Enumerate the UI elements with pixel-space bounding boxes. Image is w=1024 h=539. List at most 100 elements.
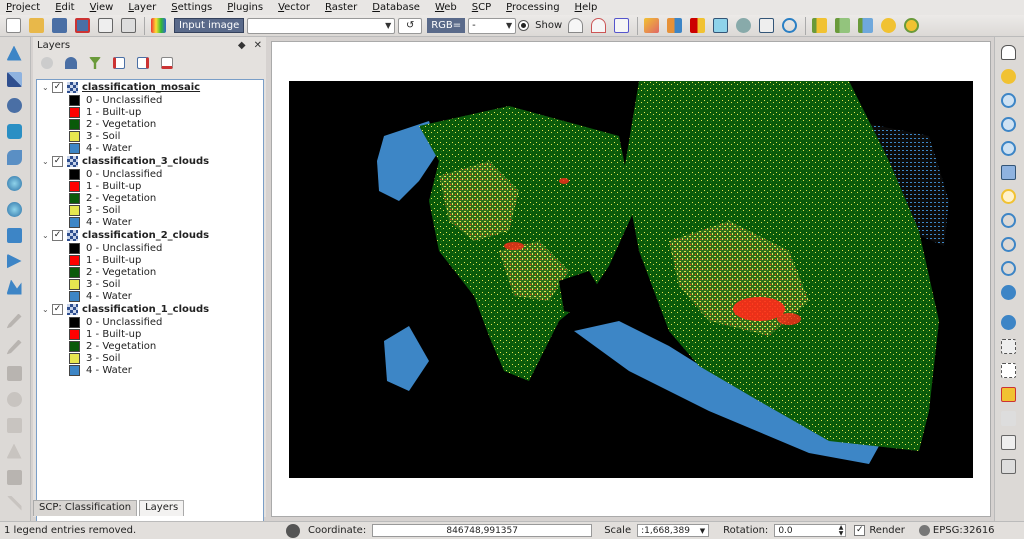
zoom-native-button[interactable] [998, 138, 1020, 159]
node-tool-button[interactable] [2, 440, 26, 462]
scatter-plot-button[interactable] [855, 16, 876, 36]
zoom-in-button[interactable] [998, 90, 1020, 111]
stretch-std-button[interactable] [588, 16, 609, 36]
menu-vector[interactable]: Vector [278, 2, 310, 13]
stretch-local-button[interactable] [565, 16, 586, 36]
cut-features-button[interactable] [2, 492, 26, 514]
menu-layer[interactable]: Layer [128, 2, 156, 13]
collapse-arrow-icon[interactable]: ⌄ [42, 157, 52, 166]
roi-polygon-button[interactable] [687, 16, 708, 36]
menu-scp[interactable]: SCP [472, 2, 491, 13]
remove-layer-button[interactable] [159, 55, 175, 71]
rgb-select[interactable]: - ▼ [468, 17, 517, 34]
zoom-input-button[interactable] [641, 16, 662, 36]
layer-group[interactable]: ⌄ ✓ classification_2_clouds [37, 228, 263, 242]
layer-visibility-checkbox[interactable]: ✓ [52, 229, 63, 241]
add-mssql-button[interactable] [2, 146, 26, 168]
add-spatialite-button[interactable] [2, 120, 26, 142]
add-wfs-button[interactable] [2, 224, 26, 246]
zoom-selection-button[interactable] [998, 186, 1020, 207]
spectral-plot-button[interactable] [809, 16, 830, 36]
menu-web[interactable]: Web [435, 2, 457, 13]
statistics-button[interactable] [998, 456, 1020, 477]
delete-selected-button[interactable] [2, 466, 26, 488]
layer-styling-button[interactable] [39, 55, 55, 71]
menu-processing[interactable]: Processing [506, 2, 559, 13]
add-group-button[interactable] [63, 55, 79, 71]
edit-pencil-button[interactable] [2, 310, 26, 332]
menu-project[interactable]: Project [6, 2, 40, 13]
render-checkbox[interactable]: ✓ [854, 525, 866, 536]
attribute-table-button[interactable] [998, 432, 1020, 453]
select-features-button[interactable] [998, 336, 1020, 357]
new-shapefile-button[interactable] [2, 276, 26, 298]
move-feature-button[interactable] [2, 414, 26, 436]
settings-tool-button[interactable] [733, 16, 754, 36]
scp-dock-button[interactable] [148, 16, 169, 36]
coordinate-field[interactable]: 846748,991357 [372, 524, 593, 537]
reload-button[interactable] [779, 16, 800, 36]
menu-edit[interactable]: Edit [55, 2, 74, 13]
float-panel-icon[interactable]: ◆ [238, 40, 246, 51]
input-image-select[interactable]: ▼ [247, 17, 396, 34]
collapse-all-button[interactable] [135, 55, 151, 71]
deselect-button[interactable] [998, 384, 1020, 405]
show-rgb-radio[interactable] [516, 16, 530, 36]
layer-group[interactable]: ⌄ ✓ classification_mosaic [37, 80, 263, 94]
layer-group[interactable]: ⌄ ✓ classification_1_clouds [37, 302, 263, 316]
open-project-button[interactable] [26, 16, 47, 36]
identify-button[interactable] [998, 312, 1020, 333]
layer-visibility-checkbox[interactable]: ✓ [52, 81, 63, 93]
filter-legend-button[interactable] [87, 55, 103, 71]
add-wms-button[interactable] [2, 172, 26, 194]
add-postgis-button[interactable] [2, 94, 26, 116]
add-wcs-button[interactable] [2, 198, 26, 220]
layer-visibility-checkbox[interactable]: ✓ [52, 303, 63, 315]
menu-view[interactable]: View [90, 2, 114, 13]
collapse-arrow-icon[interactable]: ⌄ [42, 231, 52, 240]
zoom-last-button[interactable] [998, 234, 1020, 255]
tab-scp-classification[interactable]: SCP: Classification [33, 500, 138, 516]
collapse-arrow-icon[interactable]: ⌄ [42, 83, 52, 92]
add-point-button[interactable] [878, 16, 899, 36]
add-delimited-text-button[interactable] [2, 250, 26, 272]
add-vector-button[interactable] [2, 42, 26, 64]
zoom-full-button[interactable] [998, 162, 1020, 183]
zoom-next-button[interactable] [998, 258, 1020, 279]
save-project-button[interactable] [49, 16, 70, 36]
save-edits-button[interactable] [2, 362, 26, 384]
zoom-layer-button[interactable] [998, 210, 1020, 231]
spectral-signature-button[interactable] [832, 16, 853, 36]
rotation-spinbox[interactable]: 0.0 ▲ ▼ [774, 524, 847, 537]
crs-label[interactable]: EPSG:32616 [933, 525, 995, 536]
refresh-button[interactable]: ↺ [398, 17, 423, 34]
field-calculator-button[interactable] [998, 408, 1020, 429]
presentation-button[interactable] [756, 16, 777, 36]
add-feature-left-button[interactable] [2, 388, 26, 410]
add-raster-button[interactable] [2, 68, 26, 90]
crs-globe-icon[interactable] [918, 525, 930, 536]
layer-group[interactable]: ⌄ ✓ classification_3_clouds [37, 154, 263, 168]
coordinate-toggle-icon[interactable] [286, 523, 300, 538]
collapse-arrow-icon[interactable]: ⌄ [42, 305, 52, 314]
zoom-out-button[interactable] [998, 114, 1020, 135]
edit-toggle-button[interactable] [2, 336, 26, 358]
roi-pointer-button[interactable] [664, 16, 685, 36]
print-composer-button[interactable] [95, 16, 116, 36]
layer-visibility-checkbox[interactable]: ✓ [52, 155, 63, 167]
menu-raster[interactable]: Raster [325, 2, 357, 13]
new-project-button[interactable] [3, 16, 24, 36]
select-rectangle-button[interactable] [998, 360, 1020, 381]
menu-settings[interactable]: Settings [171, 2, 212, 13]
menu-database[interactable]: Database [372, 2, 420, 13]
scale-combo[interactable]: :1,668,389 ▼ [637, 524, 710, 537]
pan-to-selection-button[interactable] [998, 66, 1020, 87]
composer-manager-button[interactable] [118, 16, 139, 36]
expand-all-button[interactable] [111, 55, 127, 71]
add-feature-button[interactable] [901, 16, 922, 36]
refresh-map-button[interactable] [998, 282, 1020, 303]
tab-layers[interactable]: Layers [139, 500, 185, 516]
close-panel-icon[interactable]: ✕ [254, 40, 262, 51]
map-canvas[interactable] [271, 41, 991, 517]
menu-plugins[interactable]: Plugins [227, 2, 263, 13]
